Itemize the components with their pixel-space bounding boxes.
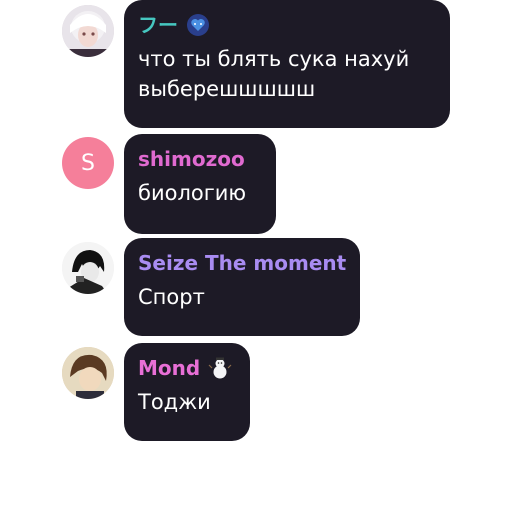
author-name-text[interactable]: フー xyxy=(138,12,178,38)
snowman-icon xyxy=(208,356,232,380)
message-bubble[interactable]: フー что ты блять сука нахуй выберешшшшш xyxy=(124,0,450,128)
message-line: что ты блять сука нахуй xyxy=(138,47,410,71)
message-line: Тоджи xyxy=(138,390,211,414)
author-name-text[interactable]: Seize The moment xyxy=(138,250,346,276)
message-bubble[interactable]: Seize The moment Спорт xyxy=(124,238,360,336)
message-text: Тоджи xyxy=(138,387,236,417)
avatar[interactable]: S xyxy=(62,137,114,189)
avatar-image-icon xyxy=(62,5,114,57)
avatar[interactable] xyxy=(62,347,114,399)
avatar-image-icon xyxy=(62,347,114,399)
avatar[interactable] xyxy=(62,5,114,57)
message-line: выберешшшшш xyxy=(138,77,316,101)
avatar[interactable] xyxy=(62,242,114,294)
avatar-letter: S xyxy=(81,150,95,176)
blue-heart-sticker-icon xyxy=(186,13,210,37)
avatar-image-icon xyxy=(62,242,114,294)
author-name[interactable]: shimozoo xyxy=(138,146,262,172)
author-name-text[interactable]: shimozoo xyxy=(138,146,245,172)
message-bubble[interactable]: Mond Тоджи xyxy=(124,343,250,441)
message-line: Спорт xyxy=(138,285,205,309)
author-name-text[interactable]: Mond xyxy=(138,355,200,381)
message-text: Спорт xyxy=(138,282,346,312)
author-name[interactable]: Mond xyxy=(138,355,236,381)
message-text: что ты блять сука нахуй выберешшшшш xyxy=(138,44,436,104)
message-line: биологию xyxy=(138,181,247,205)
message-text: биологию xyxy=(138,178,262,208)
author-name[interactable]: フー xyxy=(138,12,436,38)
message-bubble[interactable]: shimozoo биологию xyxy=(124,134,276,234)
author-name[interactable]: Seize The moment xyxy=(138,250,346,276)
